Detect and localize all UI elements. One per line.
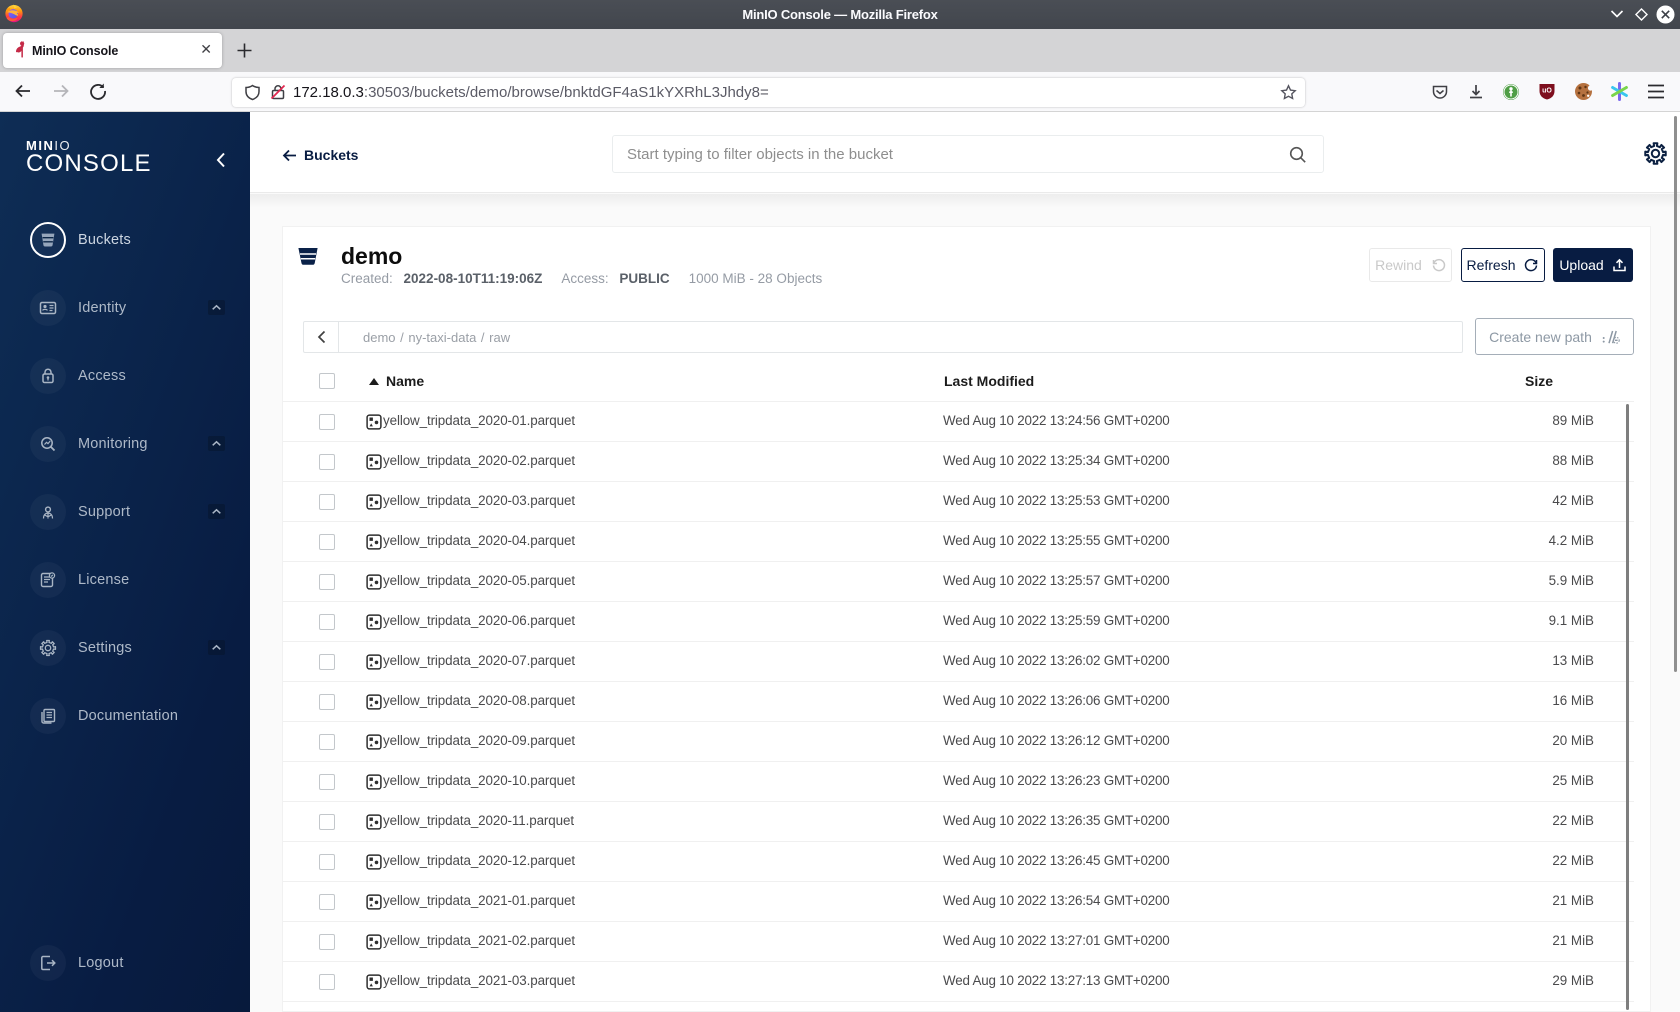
svg-text:uO: uO — [1542, 88, 1552, 95]
